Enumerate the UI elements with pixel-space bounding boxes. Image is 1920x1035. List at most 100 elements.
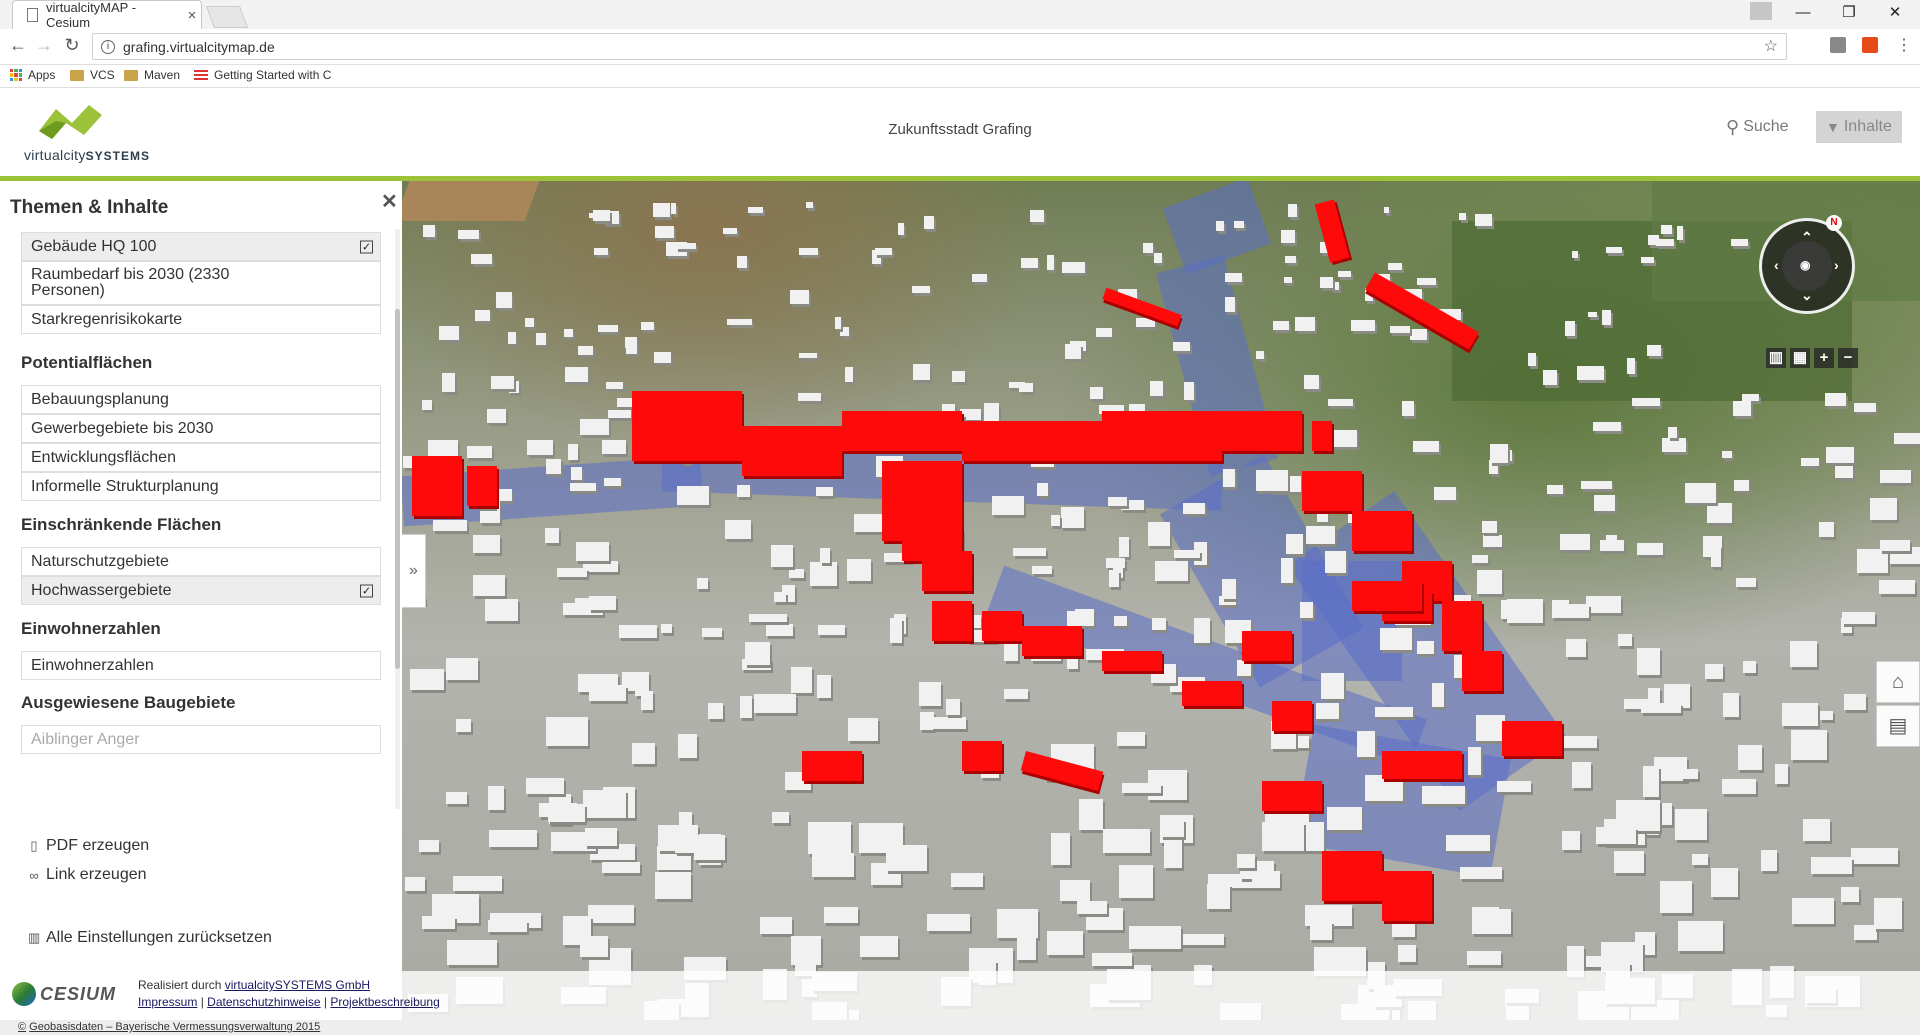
building bbox=[817, 624, 845, 636]
apps-grid-icon bbox=[10, 69, 22, 81]
browser-tab[interactable]: virtualcityMAP - Cesium × bbox=[12, 0, 202, 30]
building bbox=[1850, 847, 1898, 864]
risk-building bbox=[1352, 511, 1412, 551]
zoom-in-icon[interactable]: + bbox=[1814, 348, 1834, 368]
building bbox=[1047, 930, 1083, 956]
building bbox=[919, 681, 942, 706]
building bbox=[798, 352, 818, 359]
search-button[interactable]: ⚲ Suche bbox=[1716, 111, 1799, 143]
extension-icon[interactable] bbox=[1830, 37, 1846, 53]
chevron-right-icon[interactable]: › bbox=[1834, 257, 1839, 273]
checkbox-checked-icon[interactable]: ✓ bbox=[360, 240, 373, 253]
zoom-out-icon[interactable]: − bbox=[1838, 348, 1858, 368]
building bbox=[1676, 226, 1683, 240]
layer-item-gewerbegebiete[interactable]: Gewerbegebiete bis 2030 bbox=[21, 414, 381, 443]
bookmark-getting-started[interactable]: Getting Started with C bbox=[194, 68, 331, 82]
map-viewport[interactable]: ⌃ ⌄ ‹ › ◉ N ▥ ▦ + − ⌂ ▤ bbox=[402, 181, 1920, 1020]
layer-list[interactable]: Gebäude HQ 100 ✓ Raumbedarf bis 2030 (23… bbox=[0, 229, 398, 809]
address-bar[interactable]: i grafing.virtualcitymap.de ☆ bbox=[92, 33, 1787, 60]
building bbox=[556, 568, 587, 578]
contents-label: Inhalte bbox=[1843, 118, 1892, 135]
building bbox=[1079, 799, 1104, 831]
profile-icon[interactable] bbox=[1750, 2, 1772, 20]
reset-settings-button[interactable]: ▥ Alle Einstellungen zurücksetzen bbox=[28, 929, 272, 947]
building bbox=[604, 478, 621, 486]
bookmark-star-icon[interactable]: ☆ bbox=[1764, 36, 1778, 56]
close-window-button[interactable]: ✕ bbox=[1872, 0, 1918, 29]
layer-item-starkregen[interactable]: Starkregenrisikokarte bbox=[21, 305, 381, 334]
building bbox=[1036, 482, 1049, 497]
layer-item-einwohnerzahlen[interactable]: Einwohnerzahlen bbox=[21, 651, 381, 680]
layer-item-naturschutzgebiete[interactable]: Naturschutzgebiete bbox=[21, 547, 381, 576]
map-icon[interactable]: ▤ bbox=[1876, 705, 1920, 747]
contents-button[interactable]: ▼ Inhalte bbox=[1816, 111, 1902, 143]
building bbox=[1655, 238, 1674, 247]
impressum-link[interactable]: Impressum bbox=[138, 995, 197, 1009]
pdf-export-button[interactable]: ▯ PDF erzeugen bbox=[28, 837, 149, 855]
home-icon[interactable]: ⌂ bbox=[1876, 661, 1920, 703]
building bbox=[1880, 470, 1911, 483]
chevron-down-icon[interactable]: ⌄ bbox=[1801, 287, 1813, 304]
chevron-left-icon[interactable]: ‹ bbox=[1774, 257, 1779, 273]
compass-widget[interactable]: ⌃ ⌄ ‹ › ◉ N bbox=[1759, 215, 1855, 314]
risk-building bbox=[412, 456, 462, 516]
privacy-link[interactable]: Datenschutzhinweise bbox=[207, 995, 320, 1009]
layer-label: Starkregenrisikokarte bbox=[31, 310, 183, 328]
layer-item-gebaeude-hq100[interactable]: Gebäude HQ 100 ✓ bbox=[21, 232, 381, 261]
tab-close-icon[interactable]: × bbox=[183, 7, 201, 24]
building bbox=[1879, 580, 1915, 594]
building bbox=[1731, 239, 1748, 246]
layer-item-raumbedarf[interactable]: Raumbedarf bis 2030 (2330 Personen) bbox=[21, 261, 381, 305]
layer-item-bebauungsplanung[interactable]: Bebauungsplanung bbox=[21, 385, 381, 414]
minimize-button[interactable]: — bbox=[1780, 0, 1826, 29]
building bbox=[1774, 763, 1788, 784]
building bbox=[1636, 647, 1661, 675]
building bbox=[1150, 380, 1164, 397]
bookmark-apps[interactable]: Apps bbox=[10, 68, 55, 82]
maximize-button[interactable]: ❐ bbox=[1826, 0, 1872, 29]
building bbox=[1221, 578, 1237, 599]
building bbox=[568, 444, 579, 460]
checkbox-checked-icon[interactable]: ✓ bbox=[360, 584, 373, 597]
building bbox=[583, 560, 619, 572]
layer-item-hochwassergebiete[interactable]: Hochwassergebiete ✓ bbox=[21, 576, 381, 605]
building bbox=[626, 345, 637, 355]
building bbox=[1251, 871, 1281, 888]
cesium-logo[interactable]: CESIUM bbox=[12, 981, 124, 1007]
building bbox=[458, 229, 480, 240]
bookmark-vcs[interactable]: VCS bbox=[70, 68, 115, 82]
site-info-icon[interactable]: i bbox=[101, 39, 115, 54]
grid-icon[interactable]: ▦ bbox=[1790, 348, 1810, 368]
chevron-up-icon[interactable]: ⌃ bbox=[1801, 229, 1813, 246]
office-extension-icon[interactable] bbox=[1862, 37, 1878, 53]
risk-building bbox=[1312, 421, 1332, 451]
building bbox=[1825, 392, 1846, 406]
building bbox=[1626, 358, 1636, 374]
link-icon: ∞ bbox=[29, 867, 39, 883]
create-link-button[interactable]: ∞ Link erzeugen bbox=[28, 866, 146, 884]
project-description-link[interactable]: Projektbeschreibung bbox=[330, 995, 439, 1009]
building bbox=[1421, 786, 1466, 804]
3d-view-icon[interactable]: ▥ bbox=[1766, 348, 1786, 368]
close-icon[interactable]: ✕ bbox=[381, 189, 398, 214]
company-link[interactable]: virtualcitySYSTEMS GmbH bbox=[225, 978, 370, 992]
layer-item-entwicklungsflaechen[interactable]: Entwicklungsflächen bbox=[21, 443, 381, 472]
building bbox=[1193, 617, 1210, 643]
scrollbar-thumb[interactable] bbox=[395, 309, 400, 669]
building bbox=[1467, 951, 1501, 966]
new-tab-button[interactable] bbox=[205, 6, 249, 28]
risk-building bbox=[922, 551, 972, 591]
bookmark-maven[interactable]: Maven bbox=[124, 68, 180, 82]
eye-icon[interactable]: ◉ bbox=[1800, 258, 1810, 272]
browser-menu-icon[interactable]: ⋮ bbox=[1892, 35, 1916, 55]
panel-expand-handle[interactable]: » bbox=[402, 534, 426, 608]
layer-item-aiblinger-anger[interactable]: Aiblinger Anger bbox=[21, 725, 381, 754]
footer: CESIUM Realisiert durch virtualcitySYSTE… bbox=[0, 971, 1920, 1020]
forward-arrow-icon[interactable]: → bbox=[32, 35, 56, 56]
layer-item-strukturplanung[interactable]: Informelle Strukturplanung bbox=[21, 472, 381, 501]
back-arrow-icon[interactable]: ← bbox=[6, 35, 30, 56]
reload-icon[interactable]: ↻ bbox=[60, 35, 84, 56]
building bbox=[736, 255, 747, 268]
building bbox=[1236, 660, 1252, 677]
building bbox=[1599, 540, 1624, 551]
